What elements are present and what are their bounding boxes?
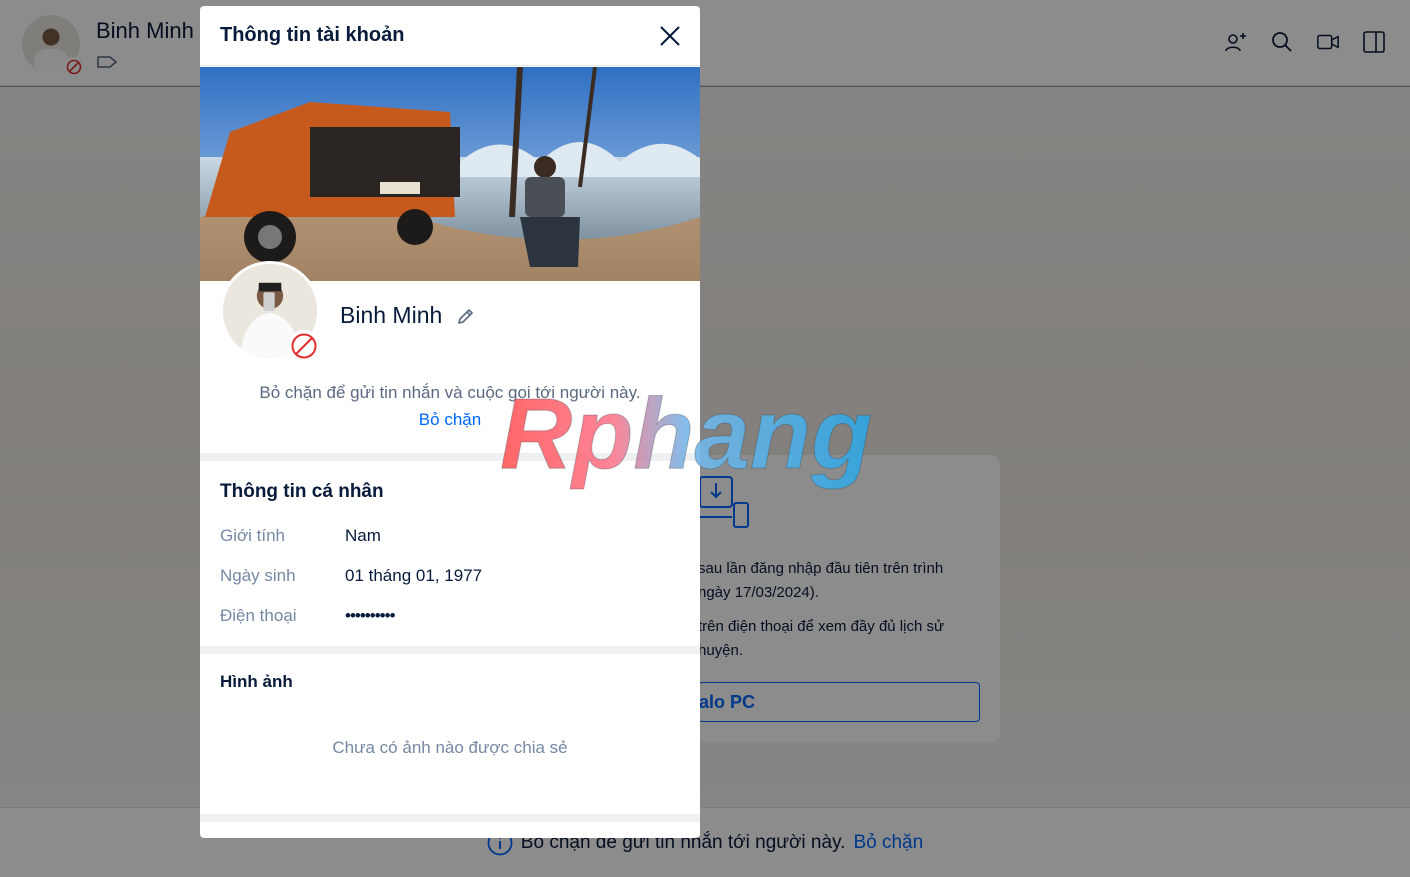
edit-icon[interactable] (456, 306, 476, 326)
images-title: Hình ảnh (220, 672, 293, 691)
close-icon[interactable] (658, 24, 682, 48)
blocked-icon (288, 330, 320, 362)
birthday-label: Ngày sinh (220, 566, 296, 585)
images-empty-message: Chưa có ảnh nào được chia sẻ (332, 738, 568, 757)
gender-label: Giới tính (220, 526, 286, 545)
watermark-text: Rphang (500, 380, 872, 490)
modal-title: Thông tin tài khoản (220, 24, 405, 46)
personal-info-title: Thông tin cá nhân (220, 481, 384, 502)
section-divider (200, 646, 700, 654)
profile-name: Binh Minh (340, 302, 443, 328)
phone-label: Điện thoại (220, 606, 297, 625)
gender-value: Nam (345, 526, 381, 545)
cover-photo[interactable] (200, 67, 700, 281)
watermark-logo: Rphang (500, 380, 873, 491)
section-divider (200, 814, 700, 822)
phone-value: •••••••••• (345, 606, 396, 625)
birthday-value: 01 tháng 01, 1977 (345, 566, 483, 585)
modal-header: Thông tin tài khoản (200, 6, 700, 66)
